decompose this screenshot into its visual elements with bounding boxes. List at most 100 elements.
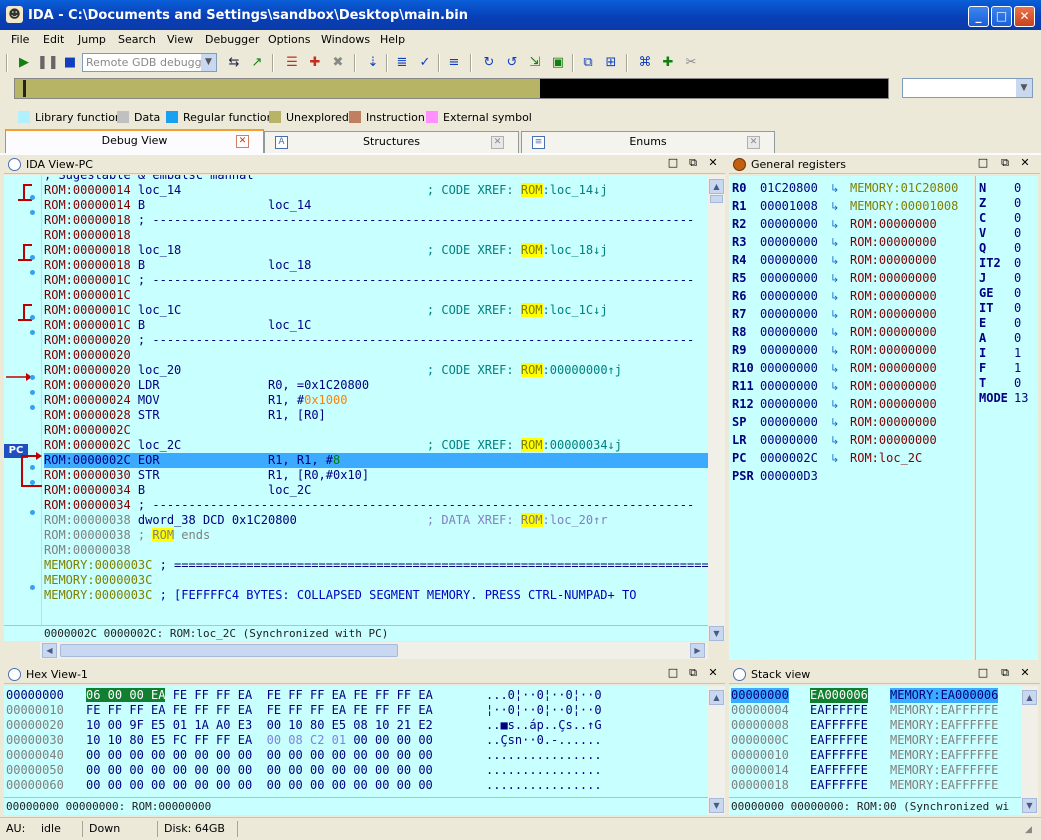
- attach-process-icon[interactable]: ⇆: [224, 53, 244, 73]
- breakpoint-dot[interactable]: [30, 465, 35, 470]
- stack-reference[interactable]: MEMORY:EAFFFFFE: [890, 778, 998, 793]
- run-to-icon[interactable]: ↗: [247, 53, 267, 73]
- close-pane-icon[interactable]: ✕: [1017, 156, 1033, 169]
- listing-line[interactable]: ROM:00000014 loc_14 ; CODE XREF: ROM:loc…: [44, 183, 608, 198]
- jump-to-address-icon[interactable]: ↳: [830, 235, 839, 250]
- menu-file[interactable]: File: [11, 33, 29, 46]
- threads-icon[interactable]: ⊞: [601, 53, 621, 73]
- listing-line[interactable]: MEMORY:0000003C: [44, 573, 152, 588]
- scroll-down-icon[interactable]: ▼: [1022, 798, 1037, 813]
- flag-value[interactable]: 1: [1014, 346, 1021, 361]
- tab-debug-view[interactable]: Debug View ✕: [5, 129, 264, 153]
- hex-view-dump[interactable]: 00000000 06 00 00 EA FE FF FF EA FE FF FF…: [4, 686, 708, 797]
- flag-value[interactable]: 0: [1014, 331, 1021, 346]
- listing-line[interactable]: ROM:0000001C: [44, 288, 131, 303]
- hscroll-thumb[interactable]: [60, 644, 398, 657]
- jump-to-address-icon[interactable]: ↳: [830, 217, 839, 232]
- menu-search[interactable]: Search: [118, 33, 156, 46]
- listing-line[interactable]: ROM:00000038: [44, 543, 131, 558]
- listing-line[interactable]: MEMORY:0000003C ; [FEFFFFC4 BYTES: COLLA…: [44, 588, 636, 603]
- stack-address[interactable]: 00000000: [731, 688, 789, 703]
- stack-reference[interactable]: MEMORY:EAFFFFFE: [890, 718, 998, 733]
- start-process-icon[interactable]: ▶: [14, 53, 34, 73]
- listing-line[interactable]: ROM:00000028 STR R1, [R0]: [44, 408, 326, 423]
- register-value[interactable]: 00000000: [760, 271, 818, 286]
- listing-line[interactable]: ROM:00000014 B loc_14: [44, 198, 311, 213]
- stack-address[interactable]: 00000010: [731, 748, 789, 763]
- register-reference[interactable]: ROM:00000000: [850, 253, 937, 268]
- scroll-up-icon[interactable]: ▲: [1022, 690, 1037, 705]
- listing-line[interactable]: ROM:0000001C ; -------------------------…: [44, 273, 694, 288]
- listing-line[interactable]: ROM:00000018 B loc_18: [44, 258, 311, 273]
- stack-address[interactable]: 00000018: [731, 778, 789, 793]
- scroll-left-icon[interactable]: ◀: [42, 643, 57, 658]
- register-value[interactable]: 00000000: [760, 235, 818, 250]
- flag-value[interactable]: 0: [1014, 196, 1021, 211]
- registers-list[interactable]: R0 01C20800 ↳ MEMORY:01C20800 R1 00001008 ↳ MEM…: [729, 176, 974, 660]
- delete-watch-icon[interactable]: ✂: [681, 53, 701, 73]
- jump-to-address-icon[interactable]: ↳: [830, 433, 839, 448]
- trace-icon[interactable]: ≣: [392, 53, 412, 73]
- jump-to-address-icon[interactable]: ↳: [830, 361, 839, 376]
- flag-value[interactable]: 0: [1014, 286, 1021, 301]
- register-value[interactable]: 00000000: [760, 415, 818, 430]
- pause-process-icon[interactable]: ❚❚: [37, 53, 59, 73]
- navigation-band[interactable]: [14, 78, 889, 99]
- register-reference[interactable]: ROM:00000000: [850, 289, 937, 304]
- tab-enums[interactable]: ≡ Enums ✕: [521, 131, 775, 153]
- register-reference[interactable]: ROM:00000000: [850, 433, 937, 448]
- flags-list[interactable]: N 0 Z 0 C 0 V 0 Q 0 IT2 0 J 0 GE 0 IT 0 E 0 A 0 I 1 F 1 T 0 MODE 13: [975, 176, 1038, 660]
- jump-to-address-icon[interactable]: ↳: [830, 271, 839, 286]
- flag-value[interactable]: 0: [1014, 241, 1021, 256]
- breakpoint-dot[interactable]: [30, 405, 35, 410]
- stack-reference[interactable]: MEMORY:EAFFFFFE: [890, 748, 998, 763]
- hex-bytes[interactable]: 10 00 9F E5 01 1A A0 E3 00 10 80 E5 08 1…: [86, 718, 433, 733]
- jump-to-address-icon[interactable]: ↳: [830, 307, 839, 322]
- menu-jump[interactable]: Jump: [78, 33, 106, 46]
- ida-view-hscrollbar[interactable]: ◀ ▶: [40, 642, 708, 659]
- minimize-pane-icon[interactable]: □: [975, 666, 991, 679]
- jump-to-address-icon[interactable]: ↳: [830, 181, 839, 196]
- jump-to-address-icon[interactable]: ↳: [830, 253, 839, 268]
- hex-ascii[interactable]: ..Çsn··0.-......: [486, 733, 602, 748]
- register-reference[interactable]: ROM:00000000: [850, 343, 937, 358]
- register-reference[interactable]: ROM:00000000: [850, 397, 937, 412]
- scroll-up-icon[interactable]: ▲: [709, 179, 724, 194]
- listing-line[interactable]: ROM:00000038 dword_38 DCD 0x1C20800 ; DA…: [44, 513, 608, 528]
- hex-ascii[interactable]: ................: [486, 778, 602, 793]
- hex-bytes[interactable]: 06 00 00 EA FE FF FF EA FE FF FF EA FE F…: [86, 688, 433, 703]
- register-value[interactable]: 00000000: [760, 397, 818, 412]
- jump-to-address-icon[interactable]: ↳: [830, 343, 839, 358]
- register-value[interactable]: 000000D3: [760, 469, 818, 484]
- register-value[interactable]: 00000000: [760, 325, 818, 340]
- breakpoint-dot[interactable]: [30, 390, 35, 395]
- register-value[interactable]: 00001008: [760, 199, 818, 214]
- stack-address[interactable]: 0000000C: [731, 733, 789, 748]
- step-into-icon[interactable]: ⇣: [363, 53, 383, 73]
- hex-ascii[interactable]: ..■s..áp..Çs..↑G: [486, 718, 602, 733]
- register-value[interactable]: 0000002C: [760, 451, 818, 466]
- run-until-return-icon[interactable]: ▣: [548, 53, 568, 73]
- breakpoint-dot[interactable]: [30, 510, 35, 515]
- hex-ascii[interactable]: ...0¦··0¦··0¦··0: [486, 688, 602, 703]
- stack-value[interactable]: EAFFFFFE: [810, 718, 868, 733]
- hex-bytes[interactable]: FE FF FF EA FE FF FF EA FE FF FF EA FE F…: [86, 703, 433, 718]
- close-tab-icon[interactable]: ✕: [747, 136, 760, 149]
- register-reference[interactable]: ROM:00000000: [850, 307, 937, 322]
- stack-value[interactable]: EAFFFFFE: [810, 748, 868, 763]
- float-pane-icon[interactable]: ⧉: [997, 666, 1013, 680]
- listing-line[interactable]: ROM:00000020 ; -------------------------…: [44, 333, 694, 348]
- listing-line[interactable]: ROM:00000018: [44, 228, 131, 243]
- listing-line[interactable]: ROM:00000024 MOV R1, #0x1000: [44, 393, 347, 408]
- close-pane-icon[interactable]: ✕: [705, 666, 721, 679]
- navigation-combo[interactable]: ▼: [902, 78, 1033, 98]
- stack-reference[interactable]: MEMORY:EAFFFFFE: [890, 763, 998, 778]
- listing-line[interactable]: ROM:0000002C loc_2C ; CODE XREF: ROM:000…: [44, 438, 622, 453]
- stack-reference[interactable]: MEMORY:EAFFFFFE: [890, 703, 998, 718]
- run-to-cursor-icon[interactable]: ⇲: [525, 53, 545, 73]
- flag-value[interactable]: 13: [1014, 391, 1028, 406]
- register-reference[interactable]: ROM:loc_2C: [850, 451, 922, 466]
- jump-to-address-icon[interactable]: ↳: [830, 415, 839, 430]
- register-reference[interactable]: ROM:00000000: [850, 325, 937, 340]
- add-breakpoint-icon[interactable]: ✚: [305, 53, 325, 73]
